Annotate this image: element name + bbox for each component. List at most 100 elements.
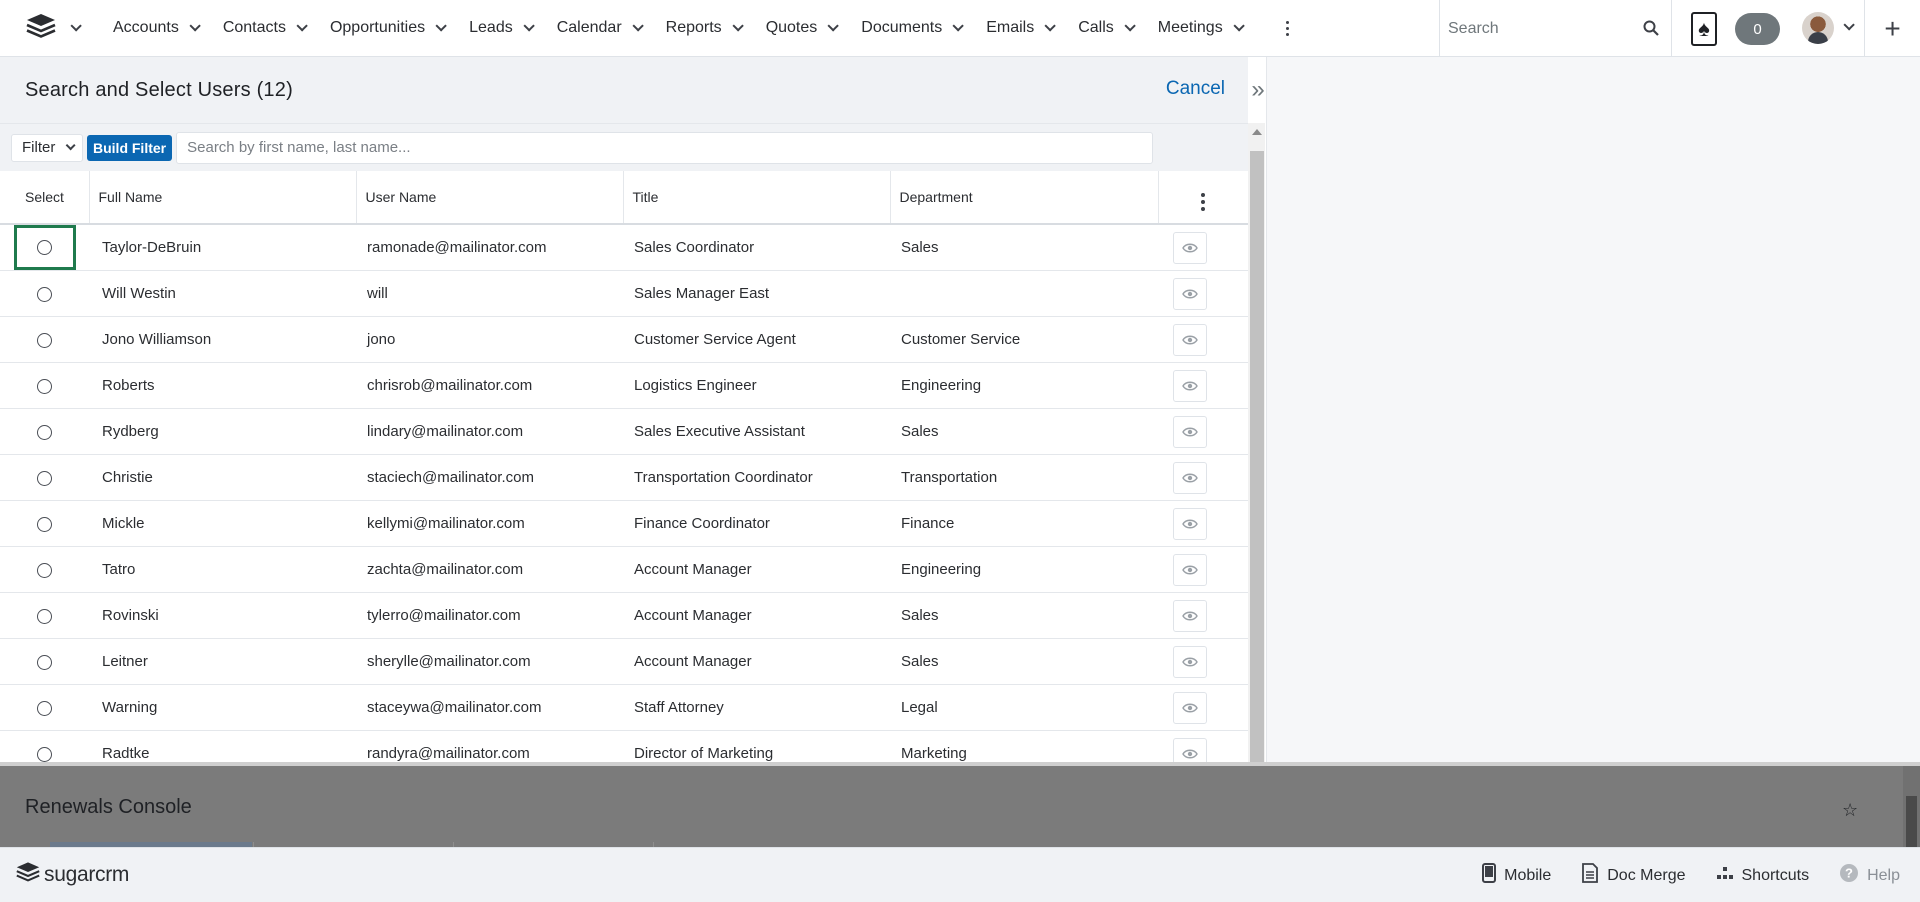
- column-header-full-name[interactable]: Full Name: [89, 171, 357, 224]
- notifications-badge[interactable]: 0: [1735, 13, 1780, 45]
- row-select-radio[interactable]: [37, 700, 52, 716]
- select-cell[interactable]: [0, 271, 89, 317]
- preview-eye-button[interactable]: [1173, 691, 1207, 724]
- preview-eye-button[interactable]: [1173, 323, 1207, 356]
- row-select-focus[interactable]: [13, 225, 76, 270]
- footer-mobile-link[interactable]: Mobile: [1482, 863, 1551, 888]
- select-cell[interactable]: [0, 731, 89, 763]
- preview-eye-button[interactable]: [1173, 599, 1207, 632]
- column-header-user-name[interactable]: User Name: [356, 171, 624, 224]
- nav-item-quotes[interactable]: Quotes: [753, 0, 849, 57]
- user-search-input[interactable]: [176, 131, 1154, 164]
- nav-item-label: Contacts: [222, 19, 286, 36]
- mobile-icon: [1482, 863, 1497, 888]
- table-row[interactable]: Jono Williamson jono Customer Service Agen…: [0, 317, 1248, 363]
- chevron-down-icon[interactable]: [1843, 19, 1855, 31]
- select-cell[interactable]: [0, 639, 89, 685]
- table-row[interactable]: Rydberg lindary@mailinator.com Sales Execu…: [0, 409, 1248, 455]
- select-cell[interactable]: [0, 409, 89, 455]
- scrollbar-thumb[interactable]: [1250, 151, 1264, 779]
- department-cell: Sales: [901, 239, 939, 256]
- nav-item-accounts[interactable]: Accounts: [100, 0, 210, 57]
- sugar-assistant-spade-icon[interactable]: ♠: [1691, 12, 1717, 46]
- chevron-down-icon: [66, 140, 76, 151]
- row-select-radio[interactable]: [37, 240, 52, 255]
- table-row[interactable]: Leitner sherylle@mailinator.com Account Ma…: [0, 639, 1248, 685]
- row-select-radio[interactable]: [37, 562, 52, 578]
- column-options[interactable]: [1158, 171, 1248, 224]
- nav-item-documents[interactable]: Documents: [848, 0, 973, 57]
- preview-eye-button[interactable]: [1173, 415, 1207, 448]
- preview-eye-button[interactable]: [1173, 737, 1207, 762]
- table-row[interactable]: Radtke randyra@mailinator.com Director of …: [0, 731, 1248, 763]
- quick-create-plus-icon[interactable]: +: [1864, 0, 1920, 57]
- user-name-cell: chrisrob@mailinator.com: [367, 377, 533, 394]
- scroll-up-arrow-icon[interactable]: [1252, 129, 1262, 135]
- select-cell[interactable]: [0, 363, 89, 409]
- table-row[interactable]: Mickle kellymi@mailinator.com Finance Coor…: [0, 501, 1248, 547]
- more-modules-icon[interactable]: [1274, 0, 1302, 57]
- column-header-department[interactable]: Department: [890, 171, 1159, 224]
- row-select-radio[interactable]: [37, 608, 52, 624]
- actions-cell: [1158, 409, 1248, 455]
- preview-eye-button[interactable]: [1173, 507, 1207, 540]
- column-header-title[interactable]: Title: [623, 171, 891, 224]
- preview-eye-button[interactable]: [1173, 461, 1207, 494]
- preview-eye-button[interactable]: [1173, 645, 1207, 678]
- row-select-radio[interactable]: [37, 286, 52, 302]
- table-row[interactable]: Taylor-DeBruin ramonade@mailinator.com Sal…: [0, 224, 1248, 271]
- nav-item-emails[interactable]: Emails: [973, 0, 1065, 57]
- table-row[interactable]: Roberts chrisrob@mailinator.com Logistics …: [0, 363, 1248, 409]
- nav-item-leads[interactable]: Leads: [456, 0, 544, 57]
- nav-item-calls[interactable]: Calls: [1065, 0, 1145, 57]
- star-icon[interactable]: ☆: [1842, 800, 1858, 821]
- vertical-scrollbar[interactable]: [1248, 123, 1265, 817]
- table-row[interactable]: Tatro zachta@mailinator.com Account Manage…: [0, 547, 1248, 593]
- nav-item-calendar[interactable]: Calendar: [544, 0, 653, 57]
- title-cell: Sales Executive Assistant: [634, 423, 805, 440]
- footer-doc-merge-link[interactable]: Doc Merge: [1581, 863, 1686, 888]
- select-cell[interactable]: [0, 547, 89, 593]
- table-row[interactable]: Will Westin will Sales Manager East: [0, 271, 1248, 317]
- app-logo-menu[interactable]: [0, 0, 100, 57]
- cancel-button[interactable]: Cancel: [1166, 78, 1225, 100]
- user-name-cell: kellymi@mailinator.com: [367, 515, 525, 532]
- preview-eye-button[interactable]: [1173, 553, 1207, 586]
- row-select-radio[interactable]: [37, 332, 52, 348]
- column-options-kebab-icon[interactable]: [1201, 192, 1206, 211]
- chevron-down-icon: [1124, 20, 1136, 32]
- select-cell[interactable]: [0, 501, 89, 547]
- preview-eye-button[interactable]: [1173, 369, 1207, 402]
- filter-dropdown[interactable]: Filter: [11, 133, 83, 162]
- row-select-radio[interactable]: [37, 746, 52, 762]
- global-search-input[interactable]: [1448, 19, 1638, 38]
- nav-item-contacts[interactable]: Contacts: [210, 0, 317, 57]
- table-row[interactable]: Christie staciech@mailinator.com Transport…: [0, 455, 1248, 501]
- select-cell[interactable]: [0, 455, 89, 501]
- department-cell: Legal: [901, 699, 938, 716]
- table-row[interactable]: Warning staceywa@mailinator.com Staff Atto…: [0, 685, 1248, 731]
- table-row[interactable]: Rovinski tylerro@mailinator.com Account Ma…: [0, 593, 1248, 639]
- select-cell[interactable]: [0, 224, 89, 271]
- select-cell[interactable]: [0, 685, 89, 731]
- select-cell[interactable]: [0, 317, 89, 363]
- nav-item-reports[interactable]: Reports: [653, 0, 753, 57]
- footer-help-link[interactable]: ? Help: [1839, 863, 1900, 888]
- select-cell[interactable]: [0, 593, 89, 639]
- nav-item-meetings[interactable]: Meetings: [1145, 0, 1254, 57]
- footer-shortcuts-link[interactable]: Shortcuts: [1716, 866, 1809, 885]
- row-select-radio[interactable]: [37, 654, 52, 670]
- preview-eye-button[interactable]: [1173, 231, 1207, 264]
- build-filter-button[interactable]: Build Filter: [87, 134, 173, 161]
- row-select-radio[interactable]: [37, 378, 52, 394]
- row-select-radio[interactable]: [37, 470, 52, 486]
- nav-item-opportunities[interactable]: Opportunities: [317, 0, 456, 57]
- eye-icon: [1182, 473, 1198, 482]
- row-select-radio[interactable]: [37, 424, 52, 440]
- row-select-radio[interactable]: [37, 516, 52, 532]
- double-chevron-right-icon[interactable]: »: [1249, 71, 1267, 109]
- preview-eye-button[interactable]: [1173, 277, 1207, 310]
- user-avatar[interactable]: [1802, 12, 1834, 44]
- search-icon[interactable]: [1643, 20, 1659, 40]
- full-name-cell: Rydberg: [102, 423, 159, 440]
